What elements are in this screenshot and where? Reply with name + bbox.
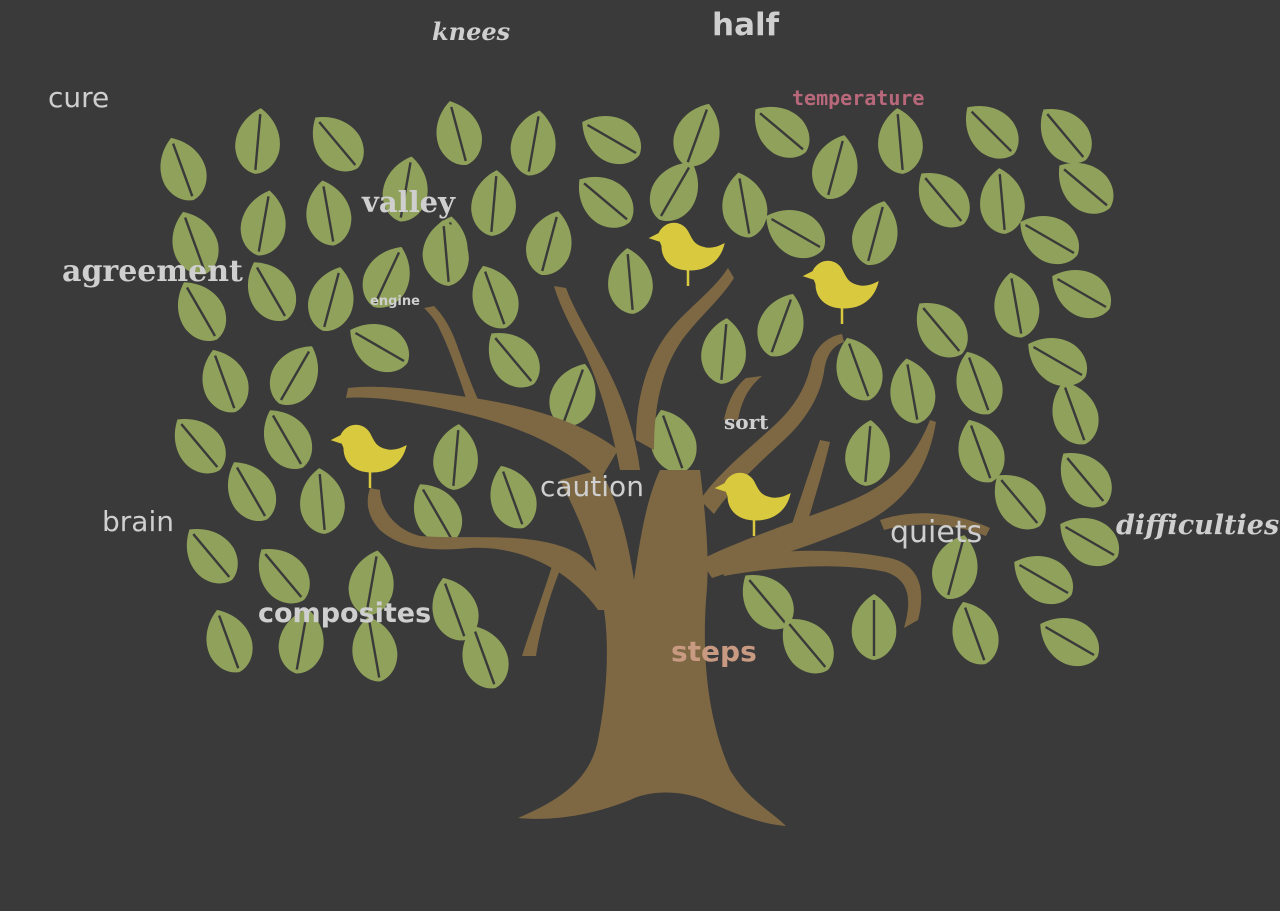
leaf-icon [603,244,657,318]
leaf-icon [460,257,528,337]
word-engine: engine [370,294,420,309]
tree-illustration [148,90,1130,826]
leaf-icon [213,449,288,532]
leaf-icon [297,101,377,184]
leaf-icon [940,593,1008,673]
leaf-icon [300,260,364,338]
leaf-icon [841,416,895,490]
leaf-icon [975,164,1029,238]
leaf-icon [258,333,333,416]
leaf-icon [299,175,358,251]
leaf-icon [1025,93,1105,176]
leaf-icon [504,105,563,181]
leaf-icon [190,341,258,421]
leaf-icon [473,317,553,400]
bird-icon [714,472,792,538]
leaf-icon [234,185,293,261]
leaf-icon [748,285,816,365]
leaf-icon [171,513,251,596]
leaf-icon [231,104,285,178]
leaf-icon [950,90,1032,172]
word-valley: valley [362,185,455,219]
leaf-icon [1045,437,1125,520]
leaf-icon [1039,255,1122,330]
leaf-icon [467,166,521,240]
leaf-icon [478,457,546,537]
leaf-icon [804,128,868,206]
leaf-icon [873,104,927,178]
word-temperature: temperature [792,86,925,110]
word-caution: caution [540,470,644,503]
word-knees: knees [432,17,511,46]
leaf-icon [850,592,898,662]
leaf-icon [194,601,262,681]
word-steps: steps [671,635,757,668]
leaf-icon [697,314,751,388]
leaf-icon [295,464,349,538]
tree-branch [522,566,560,656]
word-composites: composites [258,598,432,629]
leaf-icon [844,194,908,272]
word-difficulties: difficulties [1116,510,1280,541]
word-sort: sort [724,410,769,434]
leaf-icon [883,353,942,429]
leaf-icon [159,403,239,486]
leaf-icon [419,216,473,290]
word-cure: cure [48,81,110,114]
leaf-icon [337,309,420,384]
word-half: half [712,7,780,43]
leaf-icon [1040,373,1108,453]
leaf-icon [987,267,1046,343]
bird-icon [648,222,726,288]
word-agreement: agreement [62,254,243,289]
leaf-icon [1015,323,1098,398]
leaf-icon [249,397,324,480]
leaf-icon [664,95,732,175]
leaf-icon [518,204,582,282]
leaf-icon [715,167,774,243]
leaf-icon [429,420,483,494]
word-brain: brain [102,505,174,538]
leaf-icon [563,161,646,241]
leaf-icon [569,101,652,176]
bird-icon [802,260,880,326]
leaf-icon [233,249,308,332]
leaf-icon [1001,541,1084,616]
leaf-icon [426,94,490,172]
leaf-icon [148,129,216,209]
leaf-icon [1027,603,1110,678]
word-quiets: quiets [890,515,983,550]
leaf-icon [903,157,983,240]
bird-icon [330,424,408,490]
